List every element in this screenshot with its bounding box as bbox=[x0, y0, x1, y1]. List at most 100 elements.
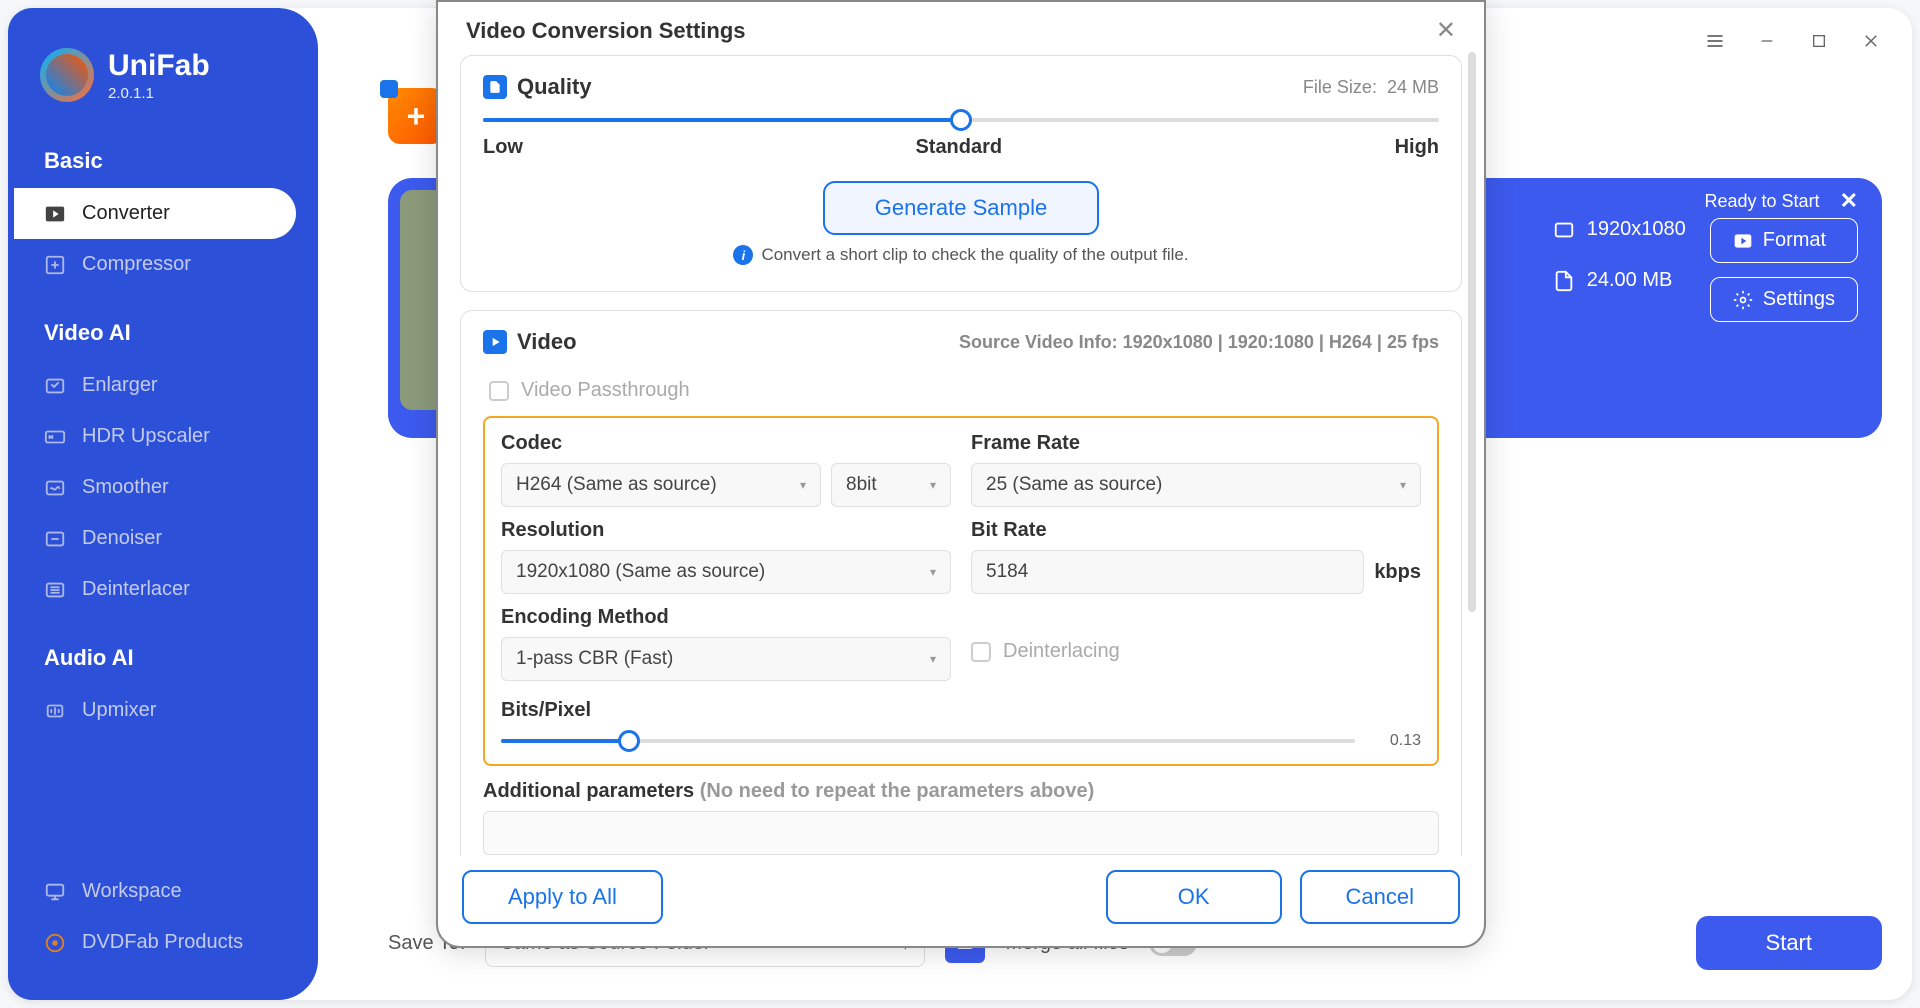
start-button[interactable]: Start bbox=[1696, 916, 1882, 970]
resolution-select[interactable]: 1920x1080 (Same as source)▾ bbox=[501, 550, 951, 594]
deinterlace-icon bbox=[44, 579, 66, 601]
sidebar-item-enlarger[interactable]: Enlarger bbox=[8, 360, 318, 411]
workspace-icon bbox=[44, 881, 66, 903]
chevron-down-icon: ▾ bbox=[800, 478, 806, 492]
chevron-down-icon: ▾ bbox=[1400, 478, 1406, 492]
bitspixel-value: 0.13 bbox=[1373, 732, 1421, 750]
app-version: 2.0.1.1 bbox=[108, 85, 210, 102]
sidebar-item-workspace[interactable]: Workspace bbox=[8, 866, 318, 917]
app-logo: UniFab 2.0.1.1 bbox=[8, 32, 318, 126]
source-video-info: Source Video Info: 1920x1080 | 1920:1080… bbox=[959, 332, 1439, 353]
file-icon bbox=[483, 75, 507, 99]
resolution-value: 1920x1080 bbox=[1587, 218, 1686, 241]
denoise-icon bbox=[44, 528, 66, 550]
codec-select[interactable]: H264 (Same as source)▾ bbox=[501, 463, 821, 507]
sidebar-item-label: DVDFab Products bbox=[82, 931, 243, 954]
format-button[interactable]: Format bbox=[1710, 218, 1858, 263]
sidebar-item-label: Deinterlacer bbox=[82, 578, 190, 601]
sidebar-item-converter[interactable]: Converter bbox=[8, 188, 296, 239]
sidebar-item-label: Smoother bbox=[82, 476, 169, 499]
codec-label: Codec bbox=[501, 432, 951, 455]
sidebar-item-hdr-upscaler[interactable]: HDR Upscaler bbox=[8, 411, 318, 462]
deinterlacing-checkbox[interactable] bbox=[971, 642, 991, 662]
hdr-icon bbox=[44, 426, 66, 448]
video-play-icon bbox=[483, 330, 507, 354]
info-text: Convert a short clip to check the qualit… bbox=[761, 245, 1188, 265]
apply-all-button[interactable]: Apply to All bbox=[462, 870, 663, 924]
sidebar: UniFab 2.0.1.1 Basic Converter Compresso… bbox=[8, 8, 318, 1000]
smooth-icon bbox=[44, 477, 66, 499]
sidebar-item-dvdfab[interactable]: DVDFab Products bbox=[8, 917, 318, 968]
encoding-select[interactable]: 1-pass CBR (Fast)▾ bbox=[501, 637, 951, 681]
filesize-value: 24.00 MB bbox=[1587, 269, 1673, 292]
sidebar-item-label: Upmixer bbox=[82, 699, 156, 722]
modal-footer: Apply to All OK Cancel bbox=[438, 856, 1484, 946]
bitspixel-slider[interactable]: 0.13 bbox=[501, 732, 1421, 750]
encoding-label: Encoding Method bbox=[501, 606, 951, 629]
dvdfab-icon bbox=[44, 932, 66, 954]
settings-button[interactable]: Settings bbox=[1710, 277, 1858, 322]
menu-icon[interactable] bbox=[1704, 30, 1726, 52]
generate-sample-button[interactable]: Generate Sample bbox=[823, 181, 1099, 235]
sidebar-item-denoiser[interactable]: Denoiser bbox=[8, 513, 318, 564]
chevron-down-icon: ▾ bbox=[930, 652, 936, 666]
resolution-label: Resolution bbox=[501, 519, 951, 542]
video-title: Video bbox=[517, 329, 949, 355]
sidebar-item-label: HDR Upscaler bbox=[82, 425, 210, 448]
quality-card: Quality File Size: 24 MB Low Standard Hi… bbox=[460, 55, 1462, 292]
video-card: Video Source Video Info: 1920x1080 | 192… bbox=[460, 310, 1462, 856]
additional-params-hint: (No need to repeat the parameters above) bbox=[700, 780, 1095, 802]
deinterlacing-label: Deinterlacing bbox=[1003, 640, 1120, 663]
modal-close-icon[interactable]: ✕ bbox=[1436, 16, 1456, 45]
ok-button[interactable]: OK bbox=[1106, 870, 1282, 924]
modal-title: Video Conversion Settings bbox=[466, 18, 746, 44]
nav-header-video-ai: Video AI bbox=[8, 306, 318, 360]
app-name: UniFab bbox=[108, 49, 210, 83]
sidebar-item-smoother[interactable]: Smoother bbox=[8, 462, 318, 513]
quality-slider[interactable] bbox=[483, 118, 1439, 122]
framerate-select[interactable]: 25 (Same as source)▾ bbox=[971, 463, 1421, 507]
scrollbar[interactable] bbox=[1468, 55, 1476, 612]
slider-thumb[interactable] bbox=[950, 109, 972, 131]
play-icon bbox=[1733, 231, 1753, 251]
minimize-icon[interactable] bbox=[1756, 30, 1778, 52]
passthrough-checkbox[interactable] bbox=[489, 381, 509, 401]
filesize-icon bbox=[1553, 270, 1575, 292]
passthrough-label: Video Passthrough bbox=[521, 379, 690, 402]
sidebar-item-label: Denoiser bbox=[82, 527, 162, 550]
quality-high-label: High bbox=[1395, 136, 1439, 159]
slider-thumb[interactable] bbox=[618, 730, 640, 752]
quality-low-label: Low bbox=[483, 136, 523, 159]
quality-standard-label: Standard bbox=[915, 136, 1002, 159]
chevron-down-icon: ▾ bbox=[930, 478, 936, 492]
upmix-icon bbox=[44, 700, 66, 722]
enlarge-icon bbox=[44, 375, 66, 397]
maximize-icon[interactable] bbox=[1808, 30, 1830, 52]
bitrate-label: Bit Rate bbox=[971, 519, 1421, 542]
quality-title: Quality bbox=[517, 74, 1293, 100]
framerate-label: Frame Rate bbox=[971, 432, 1421, 455]
bitdepth-select[interactable]: 8bit▾ bbox=[831, 463, 951, 507]
bitrate-unit: kbps bbox=[1374, 561, 1421, 584]
gear-icon bbox=[1733, 290, 1753, 310]
sidebar-item-label: Converter bbox=[82, 202, 170, 225]
close-icon[interactable] bbox=[1860, 30, 1882, 52]
sidebar-item-compressor[interactable]: Compressor bbox=[8, 239, 318, 290]
additional-params-input[interactable] bbox=[483, 811, 1439, 855]
sidebar-item-label: Enlarger bbox=[82, 374, 158, 397]
file-size-value: 24 MB bbox=[1387, 77, 1439, 97]
ready-status: Ready to Start bbox=[1705, 191, 1820, 212]
window-controls bbox=[1704, 30, 1882, 52]
additional-params-label: Additional parameters bbox=[483, 780, 694, 802]
bitrate-input[interactable]: 5184 bbox=[971, 550, 1364, 594]
play-icon bbox=[44, 203, 66, 225]
sidebar-item-label: Workspace bbox=[82, 880, 182, 903]
settings-modal: Video Conversion Settings ✕ Quality File… bbox=[436, 0, 1486, 948]
sidebar-item-deinterlacer[interactable]: Deinterlacer bbox=[8, 564, 318, 615]
close-item-icon[interactable]: ✕ bbox=[1840, 188, 1858, 214]
video-settings-highlight: Codec H264 (Same as source)▾ 8bit▾ Frame… bbox=[483, 416, 1439, 766]
cancel-button[interactable]: Cancel bbox=[1300, 870, 1460, 924]
sidebar-item-upmixer[interactable]: Upmixer bbox=[8, 685, 318, 736]
resolution-icon bbox=[1553, 219, 1575, 241]
nav-header-basic: Basic bbox=[8, 134, 318, 188]
